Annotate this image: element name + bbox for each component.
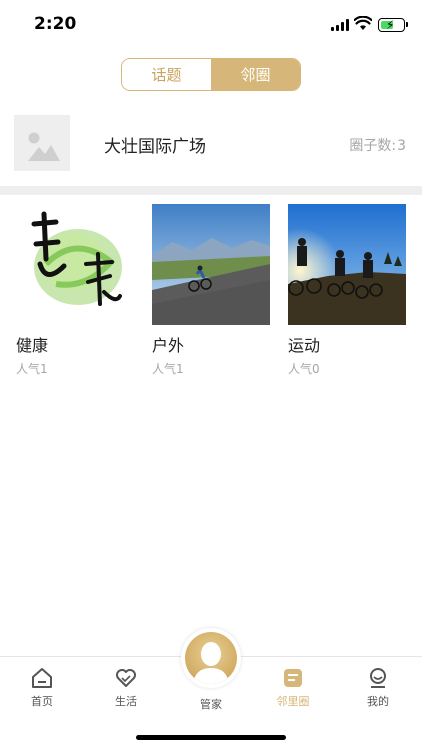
neighborhood-icon bbox=[284, 669, 302, 687]
home-icon bbox=[32, 668, 52, 688]
circle-title: 健康 bbox=[16, 336, 49, 355]
circle-popularity: 人气0 bbox=[288, 360, 406, 377]
home-indicator bbox=[136, 735, 286, 740]
cyclists-sunset-photo bbox=[288, 204, 406, 325]
popularity-label: 人气 bbox=[152, 362, 177, 376]
popularity-value: 1 bbox=[176, 362, 184, 376]
popularity-value: 0 bbox=[312, 362, 320, 376]
circle-title: 户外 bbox=[152, 336, 185, 355]
circle-card-outdoor[interactable]: 户外 人气1 bbox=[152, 204, 270, 377]
butler-avatar-icon bbox=[185, 632, 237, 684]
community-name: 大壮国际广场 bbox=[104, 137, 206, 157]
tab-home-label: 首页 bbox=[31, 695, 53, 708]
tab-home[interactable]: 首页 bbox=[12, 667, 72, 709]
status-time: 2:20 bbox=[34, 14, 77, 34]
circle-popularity: 人气1 bbox=[16, 360, 134, 377]
status-bar: 2:20 ⚡ bbox=[0, 0, 422, 52]
signal-icon bbox=[331, 19, 349, 31]
tab-mine-label: 我的 bbox=[367, 695, 389, 708]
cyclist-mountain-road-photo bbox=[152, 204, 270, 325]
tab-neighborhood[interactable]: 邻里圈 bbox=[263, 667, 323, 709]
member-count-label: 圈子数: bbox=[349, 138, 397, 154]
circle-popularity: 人气1 bbox=[152, 360, 270, 377]
circle-card-health[interactable]: 健康 人气1 bbox=[16, 204, 134, 377]
member-count-value: 3 bbox=[397, 138, 406, 154]
tab-topics[interactable]: 话题 bbox=[122, 59, 211, 90]
tab-life-label: 生活 bbox=[115, 695, 137, 708]
image-placeholder-icon bbox=[14, 115, 70, 171]
section-divider bbox=[0, 186, 422, 195]
tab-neighbor-circle[interactable]: 邻圈 bbox=[211, 59, 300, 90]
popularity-label: 人气 bbox=[16, 362, 41, 376]
tab-neighborhood-label: 邻里圈 bbox=[276, 695, 310, 708]
member-count: 圈子数:3 bbox=[349, 135, 406, 155]
wifi-icon bbox=[354, 16, 372, 30]
circle-title: 运动 bbox=[288, 336, 321, 355]
charging-bolt-icon: ⚡ bbox=[386, 18, 395, 32]
calligraphy-health-icon bbox=[16, 204, 134, 325]
battery-cap bbox=[406, 22, 408, 27]
community-row[interactable]: 大壮国际广场 圈子数:3 bbox=[0, 108, 422, 180]
tab-life[interactable]: 生活 bbox=[96, 667, 156, 709]
popularity-value: 1 bbox=[40, 362, 48, 376]
segmented-control: 话题 邻圈 bbox=[121, 58, 301, 91]
circle-card-sports[interactable]: 运动 人气0 bbox=[288, 204, 406, 377]
profile-icon bbox=[370, 668, 386, 688]
tab-butler-label: 管家 bbox=[200, 698, 222, 711]
heart-icon bbox=[116, 669, 136, 687]
tab-mine[interactable]: 我的 bbox=[348, 667, 408, 709]
butler-button[interactable] bbox=[181, 628, 241, 688]
popularity-label: 人气 bbox=[288, 362, 313, 376]
